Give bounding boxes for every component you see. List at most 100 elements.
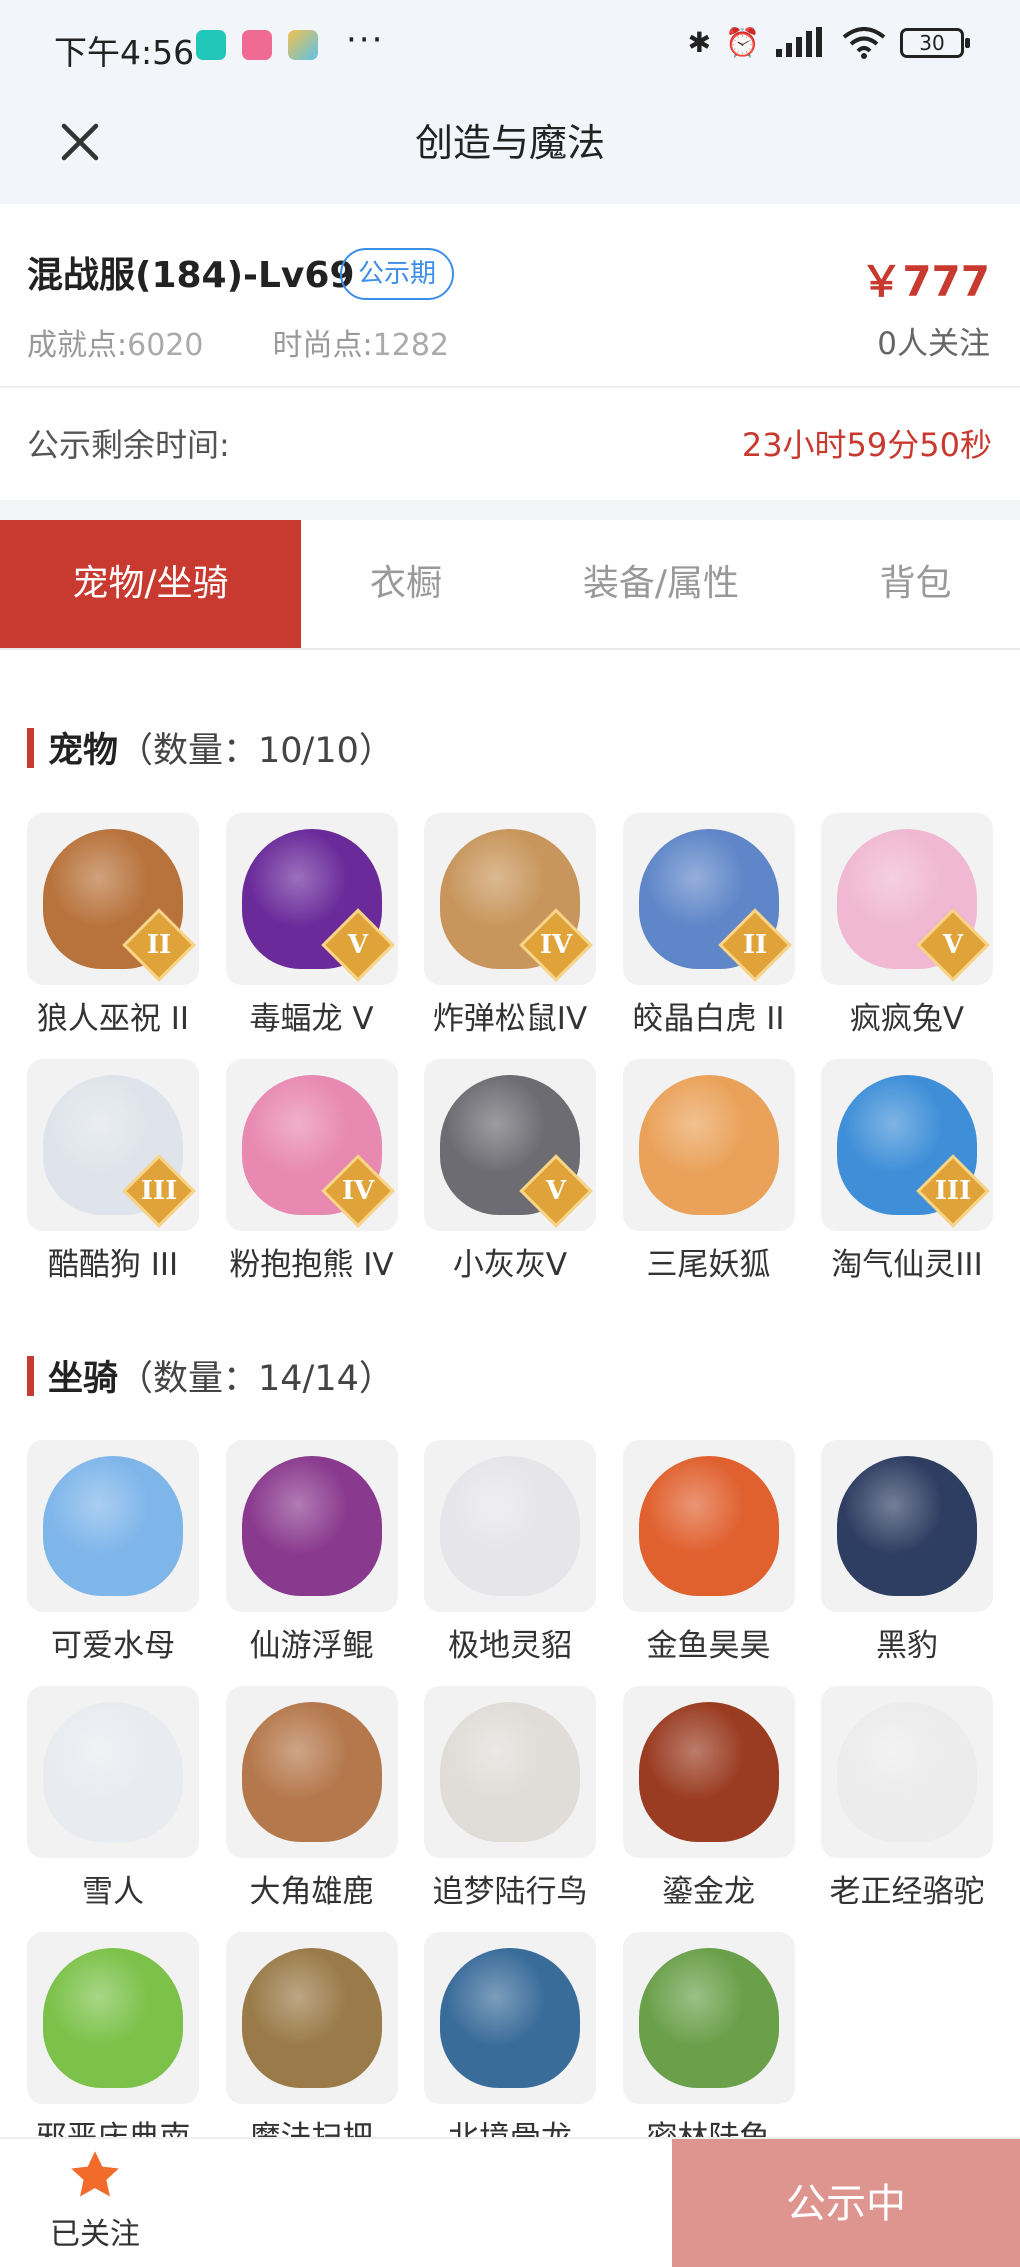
pets-item[interactable]: V 小灰灰V (424, 1059, 596, 1305)
bottom-action-bar: 已关注 公示中 (0, 2137, 1020, 2267)
pets-item[interactable]: II 狼人巫祝 II (27, 813, 199, 1059)
price: ￥777 (860, 257, 990, 306)
shield-icon (196, 30, 226, 60)
server-level-title: 混战服(184)-Lv69 (27, 255, 355, 296)
alarm-icon: ⏰ (725, 26, 760, 59)
status-icons: ✱ ⏰ 30 (688, 26, 970, 59)
signal-icon (776, 26, 822, 57)
mounts-name: 黑豹 (876, 1628, 938, 1664)
mounts-thumbnail (424, 1686, 596, 1858)
pets-item[interactable]: V 毒蝠龙 V (225, 813, 398, 1059)
pets-grid: II 狼人巫祝 II V 毒蝠龙 V IV 炸弹松鼠IV II 皎晶白虎 II V 疯疯兔V III… (27, 813, 993, 1305)
mounts-item[interactable]: 黑豹 (821, 1440, 993, 1686)
mounts-section-header: 坐骑 （数量：14/14） (27, 1350, 394, 1401)
mounts-section-title: 坐骑 (48, 1359, 119, 1399)
pets-section-title: 宠物 (48, 731, 119, 771)
tier-badge-label: V (347, 930, 368, 960)
status-time: 下午4:56 (54, 33, 195, 72)
follow-button[interactable]: 已关注 (30, 2147, 160, 2253)
mounts-name: 金鱼昊昊 (646, 1628, 771, 1664)
mounts-portrait-image (43, 1702, 183, 1842)
mounts-item[interactable]: 仙游浮鲲 (225, 1440, 398, 1686)
pets-thumbnail: III (27, 1059, 199, 1231)
mounts-thumbnail (424, 1440, 596, 1612)
tab-wardrobe[interactable]: 衣橱 (301, 520, 511, 648)
tab-pets-mounts[interactable]: 宠物/坐骑 (0, 520, 301, 648)
mounts-item[interactable]: 雪人 (27, 1686, 199, 1932)
mounts-portrait-image (440, 1702, 580, 1842)
pets-item[interactable]: II 皎晶白虎 II (622, 813, 795, 1059)
mounts-grid: 可爱水母仙游浮鲲极地灵貂金鱼昊昊黑豹雪人大角雄鹿追梦陆行鸟鎏金龙老正经骆驼邪恶庆… (27, 1440, 993, 2178)
account-info-card: 混战服(184)-Lv69 公示期 ￥777 成就点:6020 时尚点:1282… (0, 204, 1020, 388)
mounts-name: 可爱水母 (51, 1628, 175, 1664)
pets-name: 小灰灰V (452, 1247, 568, 1283)
pets-name: 淘气仙灵III (831, 1247, 983, 1283)
mounts-item[interactable]: 大角雄鹿 (225, 1686, 398, 1932)
battery-icon: 30 (900, 27, 970, 58)
tier-badge-label: IV (539, 930, 573, 960)
follow-label: 已关注 (50, 2217, 140, 2252)
mounts-thumbnail (821, 1686, 993, 1858)
tier-badge-label: II (146, 930, 172, 960)
mounts-item[interactable]: 鎏金龙 (622, 1686, 795, 1932)
pets-item[interactable]: V 疯疯兔V (821, 813, 993, 1059)
mounts-portrait-image (241, 1456, 382, 1596)
tier-badge-label: III (140, 1176, 178, 1206)
mounts-portrait-image (837, 1702, 977, 1842)
pets-thumbnail: V (821, 813, 993, 985)
mounts-thumbnail (622, 1440, 795, 1612)
follower-count: 0人关注 (877, 326, 990, 362)
wifi-icon (842, 26, 886, 59)
mounts-item[interactable]: 金鱼昊昊 (622, 1440, 795, 1686)
pets-item[interactable]: III 酷酷狗 III (27, 1059, 199, 1305)
publicity-countdown: 公示剩余时间: 23小时59分50秒 (0, 388, 1020, 500)
mounts-name: 大角雄鹿 (249, 1874, 374, 1910)
tab-backpack[interactable]: 背包 (811, 520, 1020, 648)
pets-portrait-image (638, 1075, 779, 1215)
mounts-thumbnail (225, 1932, 398, 2104)
pets-thumbnail (622, 1059, 795, 1231)
achievement-value: 6020 (127, 328, 204, 363)
tier-badge-label: IV (341, 1176, 374, 1206)
achievement-label: 成就点: (27, 328, 128, 363)
pets-name: 三尾妖狐 (646, 1247, 771, 1283)
mounts-name: 仙游浮鲲 (249, 1628, 374, 1664)
pets-thumbnail: IV (424, 813, 596, 985)
pets-name: 粉抱抱熊 IV (229, 1247, 394, 1283)
mounts-name: 老正经骆驼 (829, 1874, 985, 1910)
pets-thumbnail: V (424, 1059, 596, 1231)
account-stats: 成就点:6020 时尚点:1282 (27, 320, 449, 364)
status-badge: 公示期 (340, 248, 455, 300)
section-divider (0, 500, 1020, 520)
bilibili-app-icon (242, 30, 272, 60)
mounts-item[interactable]: 追梦陆行鸟 (424, 1686, 596, 1932)
mounts-item[interactable]: 极地灵貂 (424, 1440, 596, 1686)
pets-item[interactable]: IV 炸弹松鼠IV (424, 813, 596, 1059)
mounts-name: 极地灵貂 (448, 1628, 572, 1664)
tier-badge-label: II (742, 930, 767, 960)
tier-badge-label: III (934, 1176, 972, 1206)
pets-item[interactable]: 三尾妖狐 (622, 1059, 795, 1305)
tab-bar: 宠物/坐骑 衣橱 装备/属性 背包 (0, 520, 1020, 650)
mounts-name: 鎏金龙 (662, 1874, 755, 1910)
mounts-name: 雪人 (82, 1874, 144, 1910)
mounts-portrait-image (837, 1456, 977, 1596)
pets-name: 炸弹松鼠IV (432, 1001, 588, 1037)
pets-thumbnail: V (225, 813, 398, 985)
mounts-thumbnail (225, 1440, 398, 1612)
more-notifications-icon: ··· (346, 20, 385, 60)
mounts-thumbnail (622, 1932, 795, 2104)
pets-item[interactable]: III 淘气仙灵III (821, 1059, 993, 1305)
mounts-name: 追梦陆行鸟 (432, 1874, 588, 1910)
publicity-status-button[interactable]: 公示中 (672, 2139, 1020, 2267)
gallery-app-icon (288, 30, 318, 60)
pets-name: 毒蝠龙 V (249, 1001, 374, 1037)
mounts-portrait-image (241, 1948, 382, 2088)
mounts-item[interactable]: 老正经骆驼 (821, 1686, 993, 1932)
pets-item[interactable]: IV 粉抱抱熊 IV (225, 1059, 398, 1305)
pets-name: 疯疯兔V (849, 1001, 965, 1037)
mounts-portrait-image (440, 1456, 580, 1596)
mounts-item[interactable]: 可爱水母 (27, 1440, 199, 1686)
mounts-thumbnail (27, 1440, 199, 1612)
tab-equipment-attributes[interactable]: 装备/属性 (511, 520, 811, 648)
